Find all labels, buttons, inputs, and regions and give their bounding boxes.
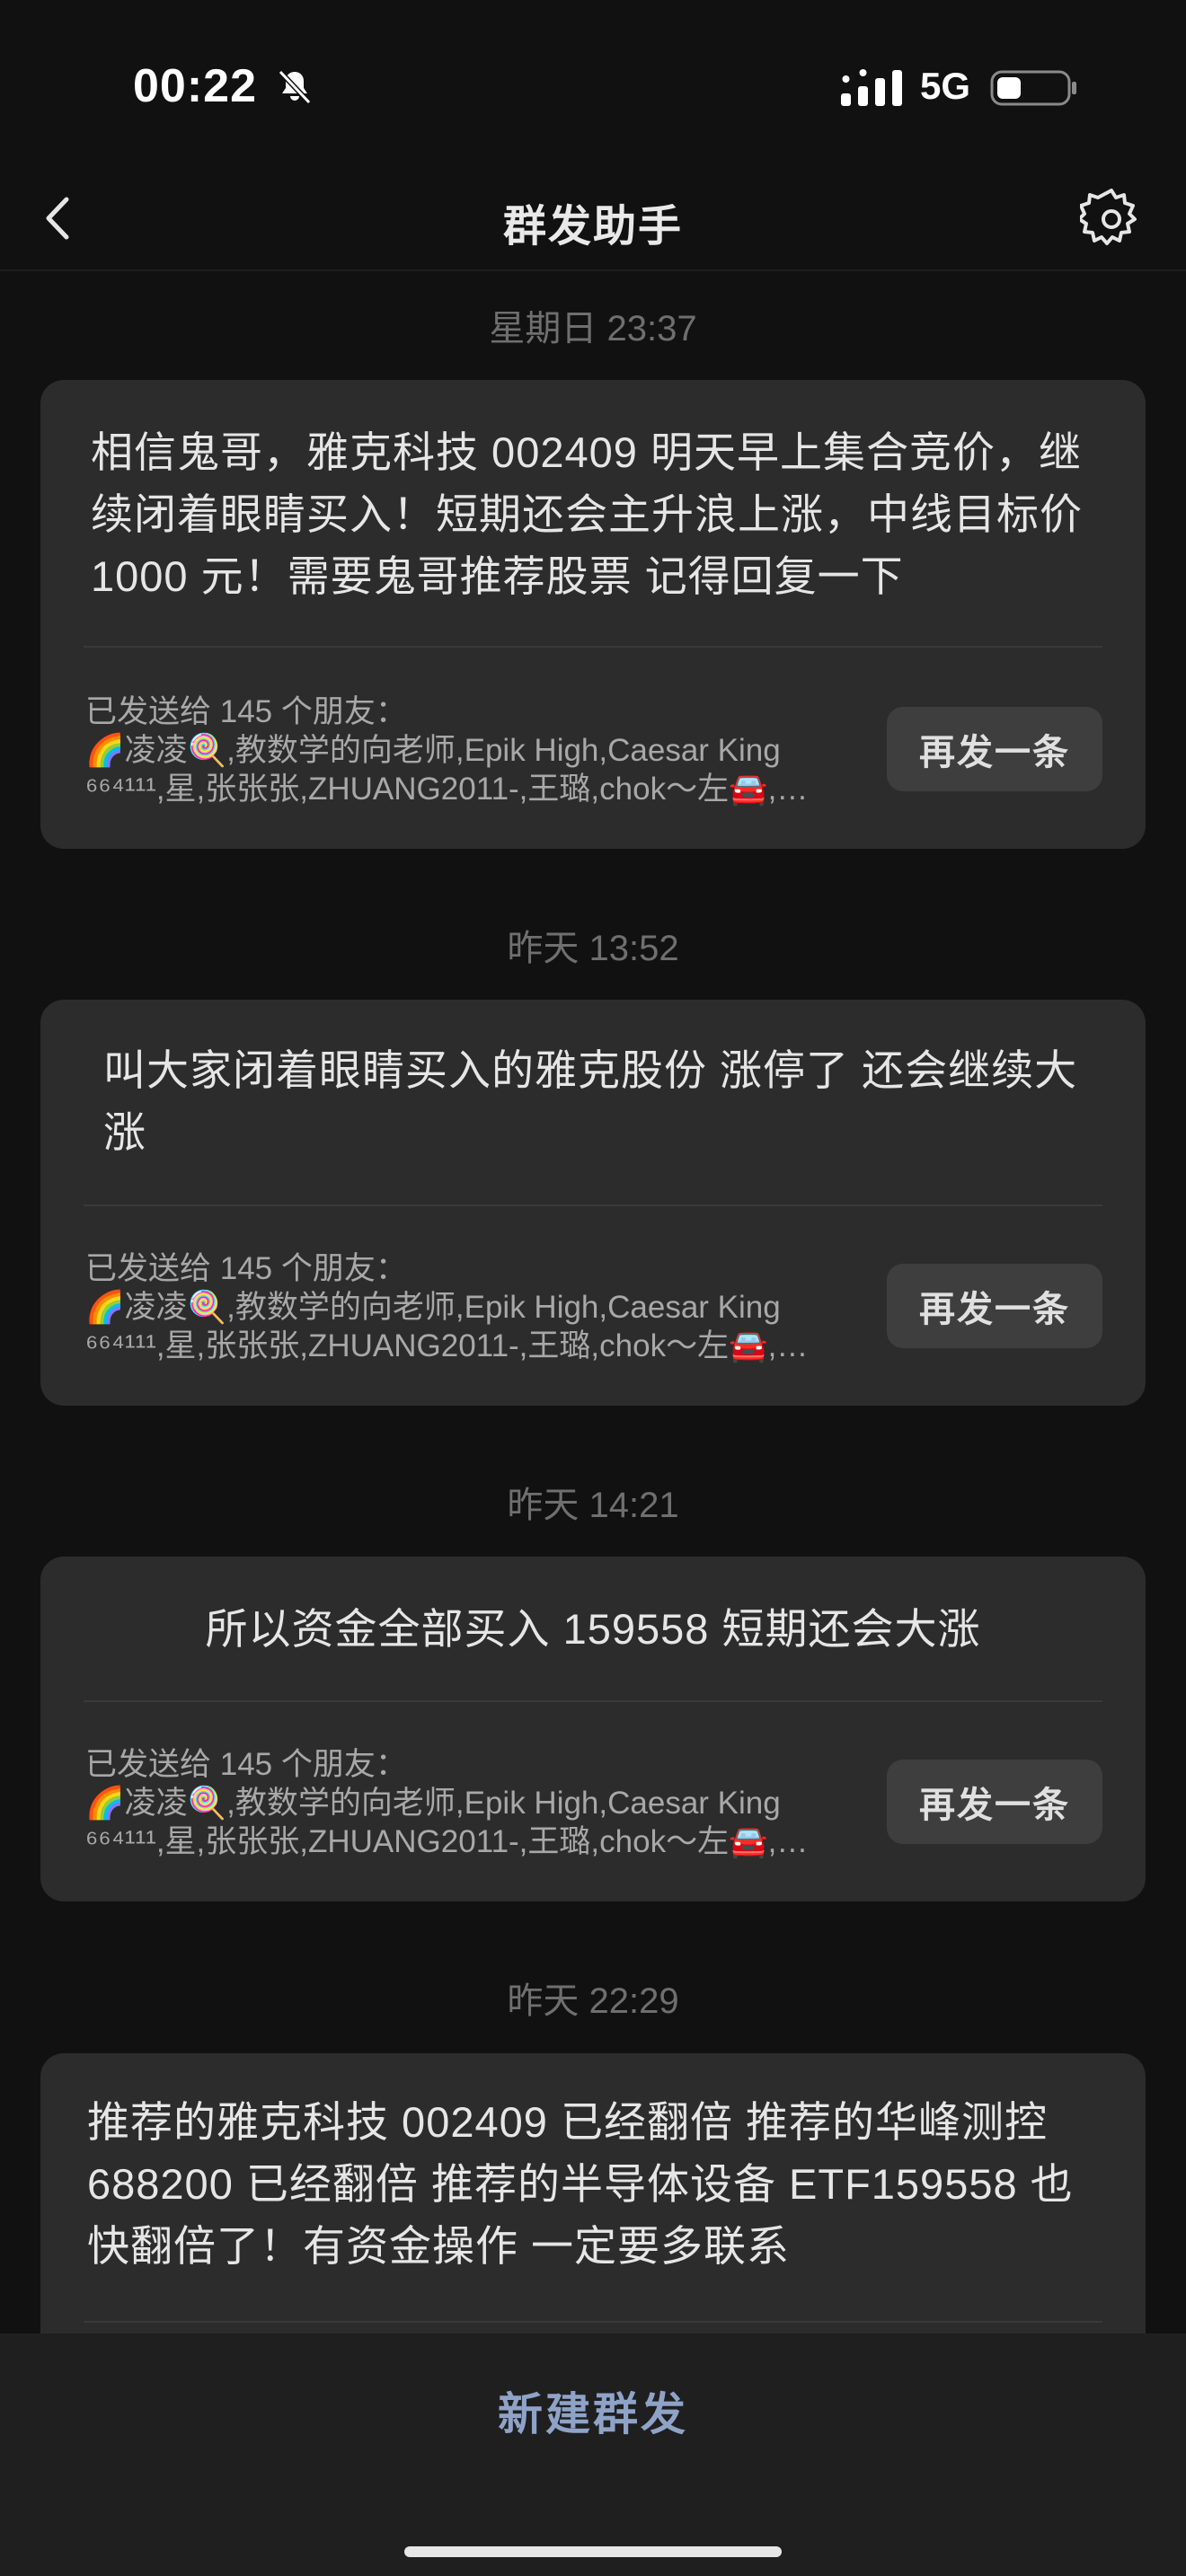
sent-count: 已发送给 145 个朋友： [85, 1747, 407, 1782]
broadcast-card: 相信鬼哥，雅克科技 002409 明天早上集合竞价，继续闭着眼睛买入！短期还会主… [40, 380, 1146, 849]
recipients-line: 🌈凌凌🍭,教数学的向老师,Epik High,Caesar King [85, 1786, 781, 1821]
message-timestamp: 昨天 13:52 [507, 929, 679, 968]
recipient-summary: 已发送给 145 个朋友： 🌈凌凌🍭,教数学的向老师,Epik High,Cae… [85, 1249, 876, 1365]
recipient-summary: 已发送给 145 个朋友： 🌈凌凌🍭,教数学的向老师,Epik High,Cae… [85, 693, 876, 808]
gear-icon[interactable] [1080, 185, 1143, 248]
battery-icon [990, 70, 1076, 106]
sent-count: 已发送给 145 个朋友： [85, 694, 407, 729]
page-title: 群发助手 [502, 203, 683, 251]
resend-button[interactable]: 再发一条 [887, 1264, 1102, 1348]
recipients-line: 🌈凌凌🍭,教数学的向老师,Epik High,Caesar King [85, 733, 781, 768]
message-text: 推荐的雅克科技 002409 已经翻倍 推荐的华峰测控 688200 已经翻倍 … [87, 2098, 1074, 2270]
resend-button[interactable]: 再发一条 [887, 1760, 1102, 1844]
card-divider [84, 2321, 1102, 2323]
app-root: 00:22 5G 群发助手 星期日 23:37 相信鬼哥，雅克科技 002409… [0, 0, 1186, 2576]
home-indicator [404, 2546, 782, 2557]
message-timestamp: 星期日 23:37 [489, 309, 697, 348]
message-text: 所以资金全部买入 159558 短期还会大涨 [205, 1605, 981, 1653]
card-divider [84, 1204, 1102, 1206]
bottom-bar: 新建群发 [0, 2333, 1186, 2576]
status-time: 00:22 [133, 60, 257, 112]
bell-slash-icon [278, 69, 312, 105]
message-text: 叫大家闭着眼睛买入的雅克股份 涨停了 还会继续大涨 [103, 1046, 1078, 1156]
new-broadcast-button[interactable]: 新建群发 [0, 2378, 1186, 2443]
message-timestamp: 昨天 14:21 [507, 1486, 679, 1525]
status-bar: 00:22 5G [0, 0, 1186, 171]
broadcast-card: 所以资金全部买入 159558 短期还会大涨 已发送给 145 个朋友： 🌈凌凌… [40, 1557, 1146, 1901]
message-text: 相信鬼哥，雅克科技 002409 明天早上集合竞价，继续闭着眼睛买入！短期还会主… [91, 428, 1083, 600]
card-divider [84, 1700, 1102, 1702]
recipients-line: ⁶⁶⁴¹¹¹,星,张张张,ZHUANG2011-,王璐,chok～左🚘,… [85, 1824, 809, 1859]
sent-count: 已发送给 145 个朋友： [85, 1251, 407, 1286]
resend-button[interactable]: 再发一条 [887, 707, 1102, 791]
message-timestamp: 昨天 22:29 [507, 1981, 679, 2021]
signal-bars-icon [841, 69, 902, 106]
recipients-line: ⁶⁶⁴¹¹¹,星,张张张,ZHUANG2011-,王璐,chok～左🚘,… [85, 772, 809, 807]
recipients-line: ⁶⁶⁴¹¹¹,星,张张张,ZHUANG2011-,王璐,chok～左🚘,… [85, 1328, 809, 1363]
network-type: 5G [920, 65, 971, 107]
card-divider [84, 646, 1102, 648]
broadcast-card: 叫大家闭着眼睛买入的雅克股份 涨停了 还会继续大涨 已发送给 145 个朋友： … [40, 1000, 1146, 1406]
nav-bar: 群发助手 [0, 171, 1186, 271]
recipient-summary: 已发送给 145 个朋友： 🌈凌凌🍭,教数学的向老师,Epik High,Cae… [85, 1745, 876, 1861]
recipients-line: 🌈凌凌🍭,教数学的向老师,Epik High,Caesar King [85, 1290, 781, 1325]
